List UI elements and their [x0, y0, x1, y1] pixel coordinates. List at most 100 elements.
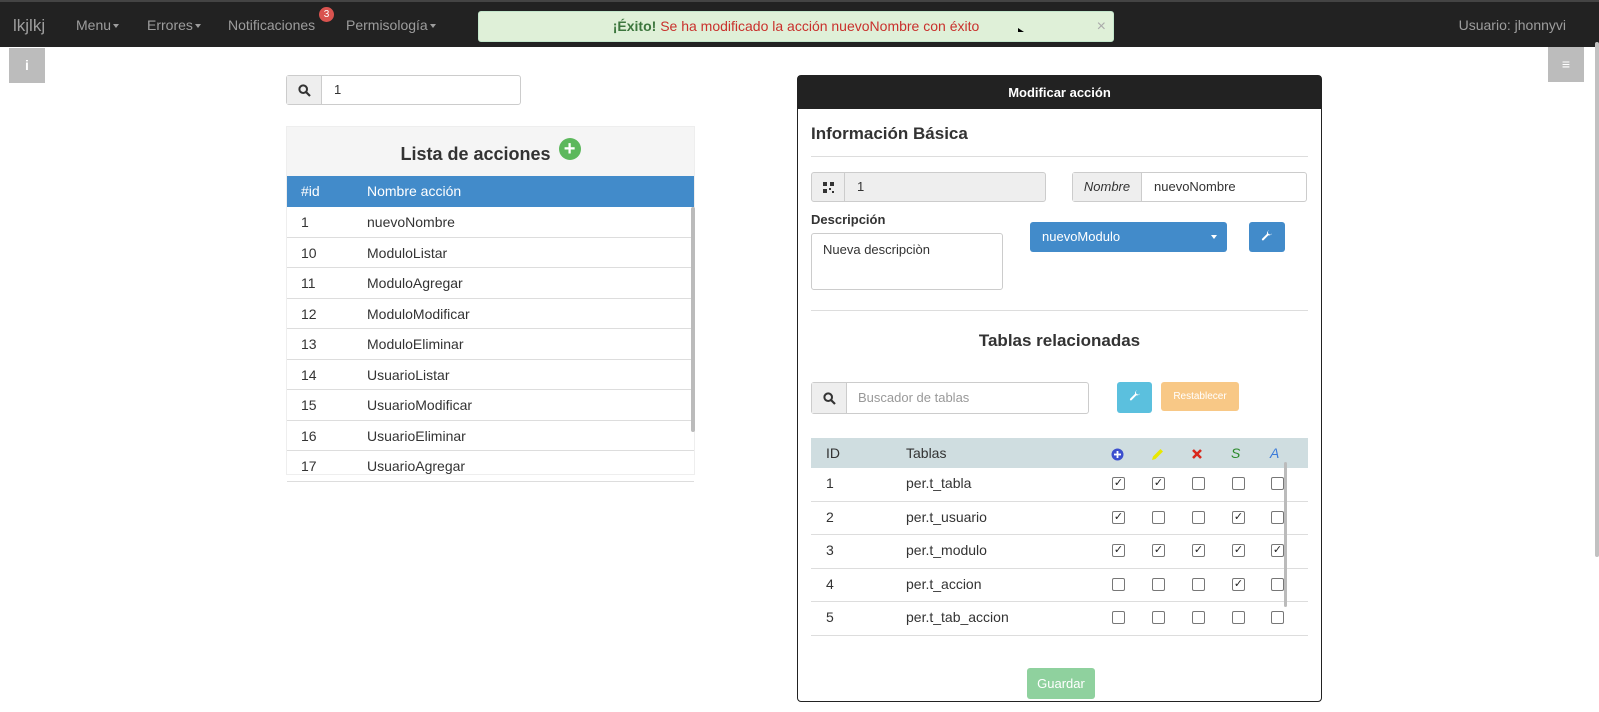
permission-checkbox[interactable]	[1271, 510, 1284, 524]
permission-checkbox[interactable]	[1192, 577, 1205, 591]
permission-checkbox[interactable]	[1232, 477, 1245, 490]
permission-checkbox[interactable]	[1271, 611, 1284, 624]
list-item[interactable]: 10 ModuloListar	[287, 238, 694, 268]
list-item[interactable]: 14 UsuarioListar	[287, 360, 694, 390]
times-icon	[1191, 438, 1203, 468]
tables-search: Buscador de tablas	[811, 382, 1089, 414]
wrench-icon	[1261, 229, 1273, 245]
user-menu[interactable]: Usuario: jhonnyvi	[1459, 17, 1566, 33]
caret-down-icon	[1211, 235, 1217, 239]
nav-notificaciones[interactable]: Notificaciones	[228, 17, 315, 33]
list-item-name: UsuarioListar	[367, 366, 450, 383]
table-row-partial	[811, 636, 1308, 641]
permission-checkbox[interactable]: ✓	[1192, 544, 1205, 557]
caret-down-icon	[429, 24, 436, 29]
table-row-name: per.t_modulo	[906, 542, 987, 558]
list-item[interactable]: 12 ModuloModificar	[287, 299, 694, 329]
side-menu-button[interactable]: ≡	[1548, 47, 1584, 82]
permission-checkbox[interactable]	[1152, 577, 1165, 591]
module-select[interactable]: nuevoModulo	[1030, 222, 1227, 252]
list-item-name: UsuarioModificar	[367, 397, 473, 413]
nav-menu[interactable]: Menu	[76, 17, 120, 33]
permission-checkbox[interactable]: ✓	[1232, 544, 1245, 557]
list-item[interactable]: 15 UsuarioModificar	[287, 390, 694, 421]
add-action-icon[interactable]: +	[558, 138, 581, 160]
list-item-name: ModuloAgregar	[367, 275, 463, 291]
perm-header-s: S	[1231, 445, 1241, 461]
modify-action-title: Modificar acción	[798, 76, 1321, 109]
permission-checkbox[interactable]: ✓	[1271, 544, 1284, 557]
description-textarea[interactable]: Nueva descripciòn	[811, 233, 1003, 290]
actions-list-title: Lista de acciones	[400, 144, 551, 164]
reset-button[interactable]: Restablecer	[1161, 382, 1239, 411]
list-item[interactable]: 16 UsuarioEliminar	[287, 421, 694, 451]
list-scrollbar[interactable]	[691, 207, 695, 432]
table-row: 3 per.t_modulo ✓ ✓ ✓ ✓ ✓	[811, 535, 1308, 569]
tables-scrollbar[interactable]	[1284, 462, 1287, 607]
save-button[interactable]: Guardar	[1027, 668, 1095, 699]
table-row-name: per.t_tabla	[906, 475, 972, 491]
name-label: Nombre	[1073, 173, 1142, 201]
tables-settings-button[interactable]	[1117, 382, 1152, 413]
list-item-name: ModuloListar	[367, 244, 448, 261]
table-row: 2 per.t_usuario ✓ ✓	[811, 502, 1308, 535]
col-name: Nombre acción	[367, 183, 462, 199]
brand[interactable]: lkjlkj	[13, 16, 45, 36]
list-item[interactable]: 1 nuevoNombre	[287, 207, 694, 238]
success-alert: ¡Éxito! Se ha modificado la acción nuevo…	[478, 11, 1114, 42]
module-settings-button[interactable]	[1249, 222, 1285, 252]
permission-checkbox[interactable]	[1152, 611, 1165, 624]
description-label: Descripción	[811, 212, 886, 227]
nav-errores[interactable]: Errores	[147, 17, 201, 33]
list-item-name: UsuarioAgregar	[367, 458, 466, 474]
table-row-name: per.t_usuario	[906, 508, 987, 525]
list-item-id: 13	[301, 336, 317, 352]
permission-checkbox[interactable]: ✓	[1112, 544, 1125, 557]
permission-checkbox[interactable]: ✓	[1152, 477, 1165, 490]
permission-checkbox[interactable]	[1192, 477, 1205, 490]
info-button[interactable]: i	[9, 48, 45, 83]
table-row: 1 per.t_tabla ✓ ✓	[811, 468, 1308, 502]
table-row-id: 1	[826, 475, 834, 491]
permission-checkbox[interactable]	[1271, 477, 1284, 490]
perm-header-a: A	[1270, 445, 1280, 461]
list-item-name: ModuloEliminar	[367, 336, 464, 352]
list-item[interactable]: 17 UsuarioAgregar	[287, 451, 694, 482]
list-item[interactable]: 11 ModuloAgregar	[287, 268, 694, 299]
name-input[interactable]: nuevoNombre	[1142, 173, 1236, 201]
nav-permisologia[interactable]: Permisología	[346, 17, 436, 33]
list-item[interactable]: 13 ModuloEliminar	[287, 329, 694, 360]
action-search-input[interactable]: 1	[322, 76, 341, 104]
list-item-name: ModuloModificar	[367, 305, 470, 322]
tables-grid-body: 1 per.t_tabla ✓ ✓ 2 per.t_usuario ✓ ✓ 3 per.t_mod…	[811, 468, 1308, 640]
permission-checkbox[interactable]: ✓	[1232, 510, 1245, 524]
permission-checkbox[interactable]	[1152, 510, 1165, 524]
action-search: 1	[286, 75, 521, 105]
permission-checkbox[interactable]	[1232, 611, 1245, 624]
notification-badge: 3	[319, 7, 334, 22]
page-scrollbar[interactable]	[1595, 42, 1599, 557]
alert-message: Se ha modificado la acción nuevoNombre c…	[660, 18, 980, 34]
permission-checkbox[interactable]: ✓	[1152, 544, 1165, 557]
table-row-id: 4	[826, 575, 834, 592]
tables-search-input[interactable]: Buscador de tablas	[847, 383, 969, 413]
alert-close-button[interactable]: ×	[1097, 12, 1106, 41]
permission-checkbox[interactable]: ✓	[1112, 477, 1125, 490]
name-field: Nombre nuevoNombre	[1072, 172, 1307, 202]
actions-list-columns: #id Nombre acción	[287, 176, 694, 207]
search-icon	[287, 76, 322, 104]
permission-checkbox[interactable]: ✓	[1112, 510, 1125, 524]
permission-checkbox[interactable]	[1271, 577, 1284, 591]
permission-checkbox[interactable]	[1112, 611, 1125, 624]
related-tables-heading: Tablas relacionadas	[978, 331, 1141, 350]
table-row-name: per.t_tab_accion	[906, 609, 1009, 625]
permission-checkbox[interactable]	[1192, 510, 1205, 524]
permission-checkbox[interactable]	[1192, 611, 1205, 624]
col-id: ID	[826, 445, 840, 461]
table-row-id: 5	[826, 609, 834, 625]
permission-checkbox[interactable]	[1112, 577, 1125, 591]
divider	[811, 156, 1308, 157]
pencil-icon	[1151, 438, 1164, 468]
caret-down-icon	[113, 24, 120, 29]
permission-checkbox[interactable]: ✓	[1232, 577, 1245, 591]
